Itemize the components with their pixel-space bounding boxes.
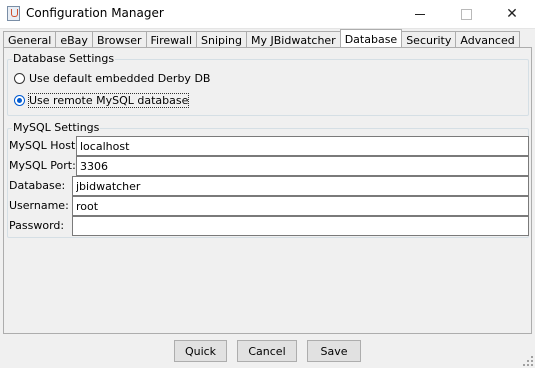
mysql-settings-group: MySQL Settings MySQL Host: MySQL Port: D… [7, 121, 529, 238]
database-name-label: Database: [9, 179, 66, 192]
embedded-derby-label: Use default embedded Derby DB [29, 72, 211, 85]
tab-general[interactable]: General [3, 31, 56, 48]
resize-grip-icon[interactable] [523, 356, 533, 366]
close-icon: ✕ [506, 6, 518, 22]
tab-security[interactable]: Security [402, 31, 456, 48]
close-button[interactable]: ✕ [489, 0, 535, 28]
maximize-button[interactable] [443, 0, 489, 28]
title-bar: Configuration Manager ✕ [0, 0, 535, 29]
mysql-settings-title: MySQL Settings [12, 121, 101, 134]
tab-advanced[interactable]: Advanced [455, 31, 520, 48]
remote-mysql-radio[interactable] [14, 95, 25, 106]
password-input[interactable] [72, 216, 529, 236]
database-tab-panel: Database Settings Use default embedded D… [3, 47, 532, 334]
username-input[interactable] [72, 196, 529, 216]
tab-database[interactable]: Database [339, 29, 403, 48]
save-button[interactable]: Save [307, 340, 361, 362]
tab-strip: General eBay Browser Firewall Sniping My… [3, 29, 520, 48]
tab-browser[interactable]: Browser [91, 31, 146, 48]
tab-ebay[interactable]: eBay [55, 31, 92, 48]
database-settings-group: Database Settings Use default embedded D… [7, 52, 529, 116]
password-label: Password: [9, 219, 65, 232]
mysql-port-label: MySQL Port: [9, 159, 76, 172]
mysql-host-input[interactable] [76, 136, 529, 156]
java-app-icon [7, 6, 20, 21]
mysql-port-input[interactable] [76, 156, 529, 176]
tab-my-jbidwatcher[interactable]: My JBidwatcher [246, 31, 340, 48]
remote-mysql-option[interactable]: Use remote MySQL database [14, 93, 190, 108]
database-settings-title: Database Settings [12, 52, 116, 65]
minimize-button[interactable] [397, 0, 443, 28]
tab-firewall[interactable]: Firewall [145, 31, 196, 48]
tab-sniping[interactable]: Sniping [196, 31, 247, 48]
embedded-derby-radio[interactable] [14, 73, 25, 84]
embedded-derby-option[interactable]: Use default embedded Derby DB [14, 72, 210, 85]
quick-button[interactable]: Quick [174, 340, 227, 362]
minimize-icon [415, 13, 425, 15]
window-title: Configuration Manager [26, 6, 164, 20]
mysql-host-label: MySQL Host: [9, 139, 80, 152]
remote-mysql-label: Use remote MySQL database [27, 93, 190, 108]
cancel-button[interactable]: Cancel [237, 340, 297, 362]
database-name-input[interactable] [72, 176, 529, 196]
maximize-icon [460, 8, 472, 20]
username-label: Username: [9, 199, 69, 212]
dialog-button-bar: Quick Cancel Save [0, 340, 535, 362]
